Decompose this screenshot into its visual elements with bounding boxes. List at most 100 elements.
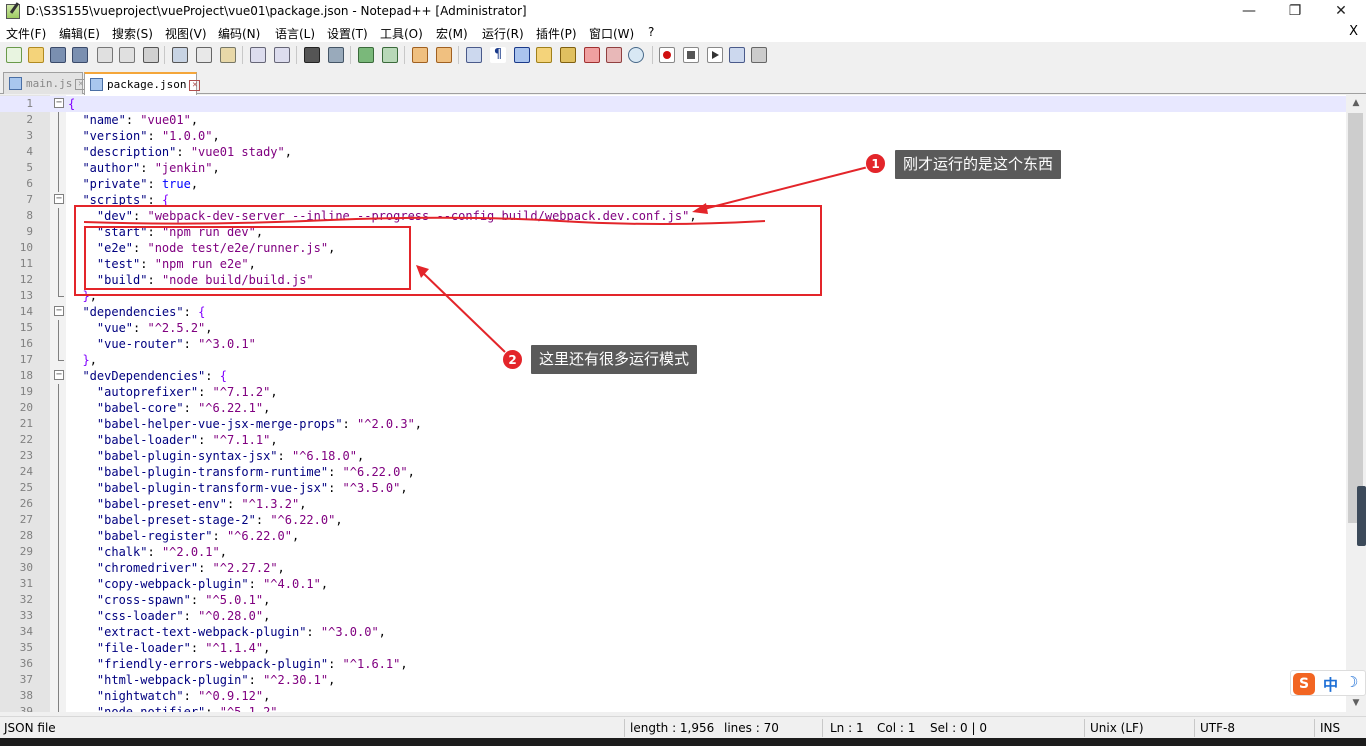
code-line[interactable]: 20 "babel-core": "^6.22.1", [0, 400, 1346, 416]
menu-edit[interactable]: 编辑(E) [59, 25, 100, 42]
menu-window[interactable]: 窗口(W) [589, 25, 634, 42]
menu-view[interactable]: 视图(V) [165, 25, 207, 42]
play-macro-icon[interactable] [707, 47, 723, 63]
code-line[interactable]: 4 "description": "vue01 stady", [0, 144, 1346, 160]
undo-icon[interactable] [250, 47, 266, 63]
code-line[interactable]: 31 "copy-webpack-plugin": "^4.0.1", [0, 576, 1346, 592]
menu-file[interactable]: 文件(F) [6, 25, 46, 42]
cut-icon[interactable] [172, 47, 188, 63]
code-line[interactable]: 21 "babel-helper-vue-jsx-merge-props": "… [0, 416, 1346, 432]
code-line[interactable]: 5 "author": "jenkin", [0, 160, 1346, 176]
code-line[interactable]: 23 "babel-plugin-syntax-jsx": "^6.18.0", [0, 448, 1346, 464]
scroll-up-arrow-icon[interactable]: ▲ [1346, 95, 1366, 112]
stop-macro-icon[interactable] [683, 47, 699, 63]
save-icon[interactable] [50, 47, 66, 63]
close-document-button[interactable]: X [1349, 24, 1358, 39]
new-file-icon[interactable] [6, 47, 22, 63]
sync-vertical-icon[interactable] [412, 47, 428, 63]
indent-guide-icon[interactable] [514, 47, 530, 63]
menu-plugins[interactable]: 插件(P) [536, 25, 577, 42]
scrollbar-thumb[interactable] [1348, 113, 1363, 523]
maximize-button[interactable]: ❐ [1272, 0, 1318, 23]
menu-run[interactable]: 运行(R) [482, 25, 524, 42]
menu-macro[interactable]: 宏(M) [436, 25, 468, 42]
code-line[interactable]: 25 "babel-plugin-transform-vue-jsx": "^3… [0, 480, 1346, 496]
record-macro-icon[interactable] [659, 47, 675, 63]
tab-package-json[interactable]: package.json ✕ [84, 72, 201, 95]
close-all-icon[interactable] [119, 47, 135, 63]
moon-icon[interactable]: ☽ [1345, 673, 1358, 691]
folder-workspace-icon[interactable] [606, 47, 622, 63]
code-line[interactable]: 14 − "dependencies": { [0, 304, 1346, 320]
line-number: 33 [19, 609, 33, 622]
redo-icon[interactable] [274, 47, 290, 63]
vertical-scrollbar[interactable]: ▲ ▼ [1346, 95, 1366, 712]
sync-horizontal-icon[interactable] [436, 47, 452, 63]
print-icon[interactable] [143, 47, 159, 63]
monitoring-icon[interactable] [628, 47, 644, 63]
user-language-icon[interactable] [536, 47, 552, 63]
fold-line-marker [58, 688, 59, 704]
fold-line-marker [58, 624, 59, 640]
replace-icon[interactable] [328, 47, 344, 63]
code-line[interactable]: 28 "babel-register": "^6.22.0", [0, 528, 1346, 544]
fold-line-marker [58, 160, 59, 176]
code-line[interactable]: 1 −{ [0, 96, 1346, 112]
close-file-icon[interactable] [97, 47, 113, 63]
code-line[interactable]: 34 "extract-text-webpack-plugin": "^3.0.… [0, 624, 1346, 640]
code-line[interactable]: 2 "name": "vue01", [0, 112, 1346, 128]
tab-label: package.json [107, 78, 187, 91]
line-number: 23 [19, 449, 33, 462]
code-line[interactable]: 33 "css-loader": "^0.28.0", [0, 608, 1346, 624]
code-line[interactable]: 3 "version": "1.0.0", [0, 128, 1346, 144]
code-line[interactable]: 6 "private": true, [0, 176, 1346, 192]
ime-indicator[interactable]: S 中 ☽ [1290, 670, 1366, 696]
menu-tools[interactable]: 工具(O) [380, 25, 423, 42]
find-icon[interactable] [304, 47, 320, 63]
code-line[interactable]: 15 "vue": "^2.5.2", [0, 320, 1346, 336]
menu-settings[interactable]: 设置(T) [327, 25, 368, 42]
tab-close-icon[interactable]: ✕ [189, 79, 201, 91]
code-line[interactable]: 38 "nightwatch": "^0.9.12", [0, 688, 1346, 704]
code-line[interactable]: 26 "babel-preset-env": "^1.3.2", [0, 496, 1346, 512]
paste-icon[interactable] [220, 47, 236, 63]
menu-help[interactable]: ? [648, 25, 654, 39]
code-line[interactable]: 19 "autoprefixer": "^7.1.2", [0, 384, 1346, 400]
tab-main-js[interactable]: main.js ✕ [3, 72, 87, 94]
zoom-out-icon[interactable] [382, 47, 398, 63]
code-line[interactable]: 37 "html-webpack-plugin": "^2.30.1", [0, 672, 1346, 688]
code-line[interactable]: 36 "friendly-errors-webpack-plugin": "^1… [0, 656, 1346, 672]
fold-toggle-icon[interactable]: − [54, 306, 64, 316]
side-scroll-widget[interactable] [1357, 486, 1366, 546]
menu-search[interactable]: 搜索(S) [112, 25, 153, 42]
scroll-down-arrow-icon[interactable]: ▼ [1346, 695, 1366, 712]
function-list-icon[interactable] [584, 47, 600, 63]
copy-icon[interactable] [196, 47, 212, 63]
menu-encoding[interactable]: 编码(N) [218, 25, 260, 42]
code-line[interactable]: 22 "babel-loader": "^7.1.1", [0, 432, 1346, 448]
menu-language[interactable]: 语言(L) [275, 25, 315, 42]
open-file-icon[interactable] [28, 47, 44, 63]
code-line[interactable]: 24 "babel-plugin-transform-runtime": "^6… [0, 464, 1346, 480]
fold-toggle-icon[interactable]: − [54, 98, 64, 108]
show-all-chars-icon[interactable]: ¶ [490, 47, 506, 63]
code-line[interactable]: 32 "cross-spawn": "^5.0.1", [0, 592, 1346, 608]
code-editor[interactable]: 1−{2 "name": "vue01", 3 "version": "1.0.0… [0, 95, 1346, 712]
code-line[interactable]: 30 "chromedriver": "^2.27.2", [0, 560, 1346, 576]
document-map-icon[interactable] [560, 47, 576, 63]
status-bar: JSON file length : 1,956 lines : 70 Ln :… [0, 716, 1366, 738]
save-all-icon[interactable] [72, 47, 88, 63]
code-line[interactable]: 27 "babel-preset-stage-2": "^6.22.0", [0, 512, 1346, 528]
ime-mode-label[interactable]: 中 [1323, 674, 1338, 695]
fold-toggle-icon[interactable]: − [54, 370, 64, 380]
save-macro-icon[interactable] [751, 47, 767, 63]
fold-toggle-icon[interactable]: − [54, 194, 64, 204]
minimize-button[interactable]: — [1226, 0, 1272, 23]
code-line[interactable]: 29 "chalk": "^2.0.1", [0, 544, 1346, 560]
run-macro-multiple-icon[interactable] [729, 47, 745, 63]
zoom-in-icon[interactable] [358, 47, 374, 63]
code-line[interactable]: 39 "node-notifier": "^5.1.2", [0, 704, 1346, 712]
code-line[interactable]: 35 "file-loader": "^1.1.4", [0, 640, 1346, 656]
word-wrap-icon[interactable] [466, 47, 482, 63]
close-button[interactable]: ✕ [1318, 0, 1364, 23]
